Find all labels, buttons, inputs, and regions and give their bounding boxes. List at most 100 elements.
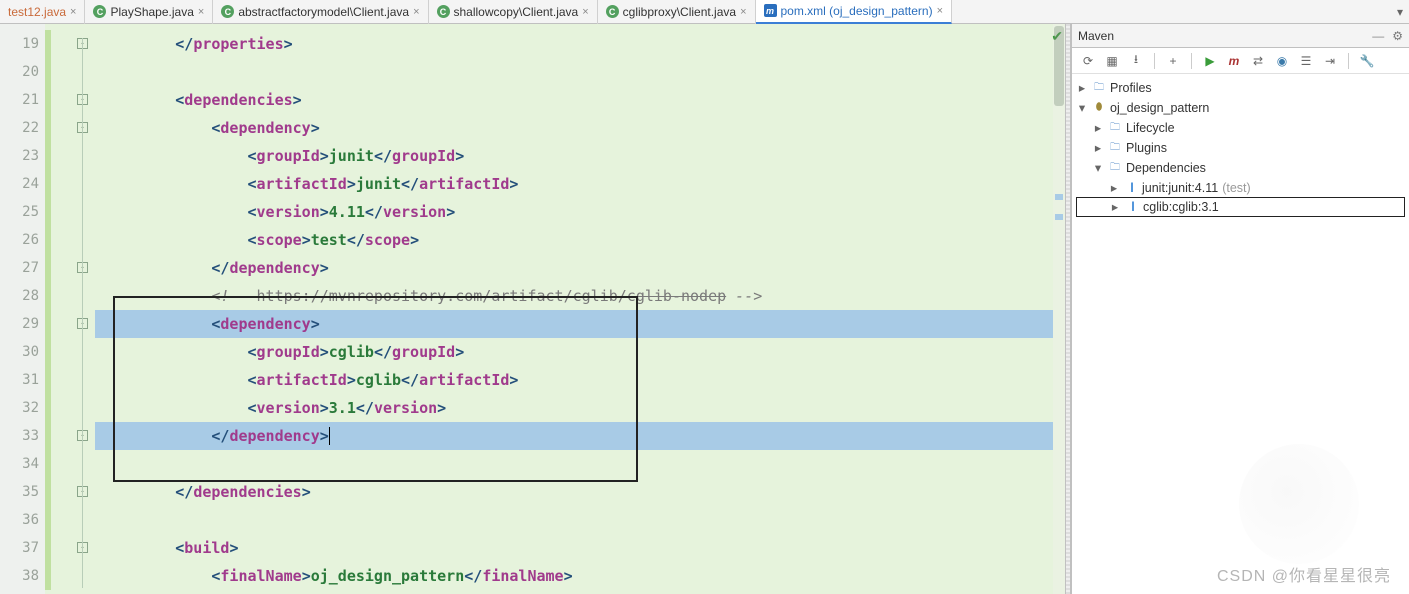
add-icon[interactable]: +: [1165, 54, 1181, 68]
code-line[interactable]: <build>: [95, 534, 1071, 562]
java-class-icon: C: [221, 5, 234, 18]
minimize-icon[interactable]: —: [1372, 29, 1384, 43]
expand-icon[interactable]: ▸: [1076, 78, 1088, 98]
code-line[interactable]: <version>4.11</version>: [95, 198, 1071, 226]
maven-toolbar: ⟳ ▦ ⭳ + ▶ m ⇄ ◉ ☰ ⇥ 🔧: [1072, 48, 1409, 74]
scrollbar-highlight: [1055, 194, 1063, 200]
java-class-icon: C: [93, 5, 106, 18]
code-line[interactable]: </dependency>: [95, 422, 1071, 450]
splitter[interactable]: [1065, 24, 1071, 594]
tree-label: cglib:cglib:3.1: [1143, 197, 1219, 217]
code-line[interactable]: <artifactId>cglib</artifactId>: [95, 366, 1071, 394]
fold-column[interactable]: --------: [45, 24, 95, 594]
reload-icon[interactable]: ⟳: [1080, 54, 1096, 68]
close-icon[interactable]: ×: [740, 6, 746, 18]
code-line[interactable]: <artifactId>junit</artifactId>: [95, 170, 1071, 198]
watermark-text: CSDN @你看星星很亮: [1217, 562, 1391, 586]
execute-goal-icon[interactable]: m: [1226, 54, 1242, 68]
divider: [1191, 53, 1192, 69]
settings-icon[interactable]: ⚙: [1392, 29, 1403, 43]
code-line[interactable]: [95, 506, 1071, 534]
java-class-icon: C: [437, 5, 450, 18]
toggle-offline-icon[interactable]: ⇄: [1250, 54, 1266, 68]
generate-sources-icon[interactable]: ▦: [1104, 54, 1120, 68]
library-icon: |||: [1124, 181, 1138, 195]
tab-shallowcopy-client[interactable]: C shallowcopy\Client.java ×: [429, 0, 598, 24]
close-icon[interactable]: ×: [937, 5, 943, 17]
divider: [1154, 53, 1155, 69]
expand-icon[interactable]: ▸: [1092, 118, 1104, 138]
collapse-icon[interactable]: ▾: [1092, 158, 1104, 178]
tab-label: PlayShape.java: [110, 5, 193, 19]
change-marker: [45, 30, 51, 590]
tab-pom-xml[interactable]: m pom.xml (oj_design_pattern) ×: [756, 0, 953, 24]
code-line[interactable]: </dependency>: [95, 254, 1071, 282]
java-class-icon: C: [606, 5, 619, 18]
code-line[interactable]: <finalName>oj_design_pattern</finalName>: [95, 562, 1071, 590]
maven-title: Maven: [1078, 29, 1114, 43]
tabs-dropdown-icon[interactable]: ▾: [1391, 5, 1409, 19]
code-line[interactable]: </properties>: [95, 30, 1071, 58]
close-icon[interactable]: ×: [582, 6, 588, 18]
code-line[interactable]: <dependencies>: [95, 86, 1071, 114]
close-icon[interactable]: ×: [198, 6, 204, 18]
code-line[interactable]: <dependency>: [95, 310, 1071, 338]
tree-label: Dependencies: [1126, 158, 1206, 178]
watermark-portrait: [1239, 444, 1359, 564]
maven-module-icon: ⬮: [1092, 101, 1106, 115]
expand-icon[interactable]: ▸: [1108, 178, 1120, 198]
tab-label: cglibproxy\Client.java: [623, 5, 736, 19]
expand-icon[interactable]: ▸: [1109, 197, 1121, 217]
tree-node-plugins[interactable]: ▸ 🗀 Plugins: [1076, 138, 1405, 158]
tab-label: pom.xml (oj_design_pattern): [781, 4, 933, 18]
collapse-icon[interactable]: ▾: [1076, 98, 1088, 118]
close-icon[interactable]: ×: [413, 6, 419, 18]
code-line[interactable]: <!-- https://mvnrepository.com/artifact/…: [95, 282, 1071, 310]
toggle-skip-tests-icon[interactable]: ◉: [1274, 54, 1290, 68]
code-line[interactable]: <version>3.1</version>: [95, 394, 1071, 422]
close-icon[interactable]: ×: [70, 6, 76, 18]
tab-abstractfactory-client[interactable]: C abstractfactorymodel\Client.java ×: [213, 0, 428, 24]
code-line[interactable]: <scope>test</scope>: [95, 226, 1071, 254]
maven-header: Maven — ⚙: [1072, 24, 1409, 48]
tree-label: Profiles: [1110, 78, 1152, 98]
tab-playshape[interactable]: C PlayShape.java ×: [85, 0, 213, 24]
download-icon[interactable]: ⭳: [1128, 50, 1144, 71]
folder-icon: 🗀: [1108, 141, 1122, 155]
tab-label: shallowcopy\Client.java: [454, 5, 579, 19]
maven-tree[interactable]: ▸ 🗀 Profiles ▾ ⬮ oj_design_pattern ▸ 🗀 L…: [1072, 74, 1409, 221]
code-line[interactable]: [95, 450, 1071, 478]
code-line[interactable]: <groupId>cglib</groupId>: [95, 338, 1071, 366]
tab-label: test12.java: [8, 5, 66, 19]
scrollbar-thumb[interactable]: [1054, 26, 1064, 106]
tab-test12[interactable]: test12.java ×: [0, 0, 85, 24]
run-icon[interactable]: ▶: [1202, 54, 1218, 68]
code-line[interactable]: <groupId>junit</groupId>: [95, 142, 1071, 170]
code-editor[interactable]: 1920212223242526272829303132333435363738…: [0, 24, 1072, 594]
tree-node-profiles[interactable]: ▸ 🗀 Profiles: [1076, 78, 1405, 98]
collapse-all-icon[interactable]: ⇥: [1322, 54, 1338, 68]
tree-node-lifecycle[interactable]: ▸ 🗀 Lifecycle: [1076, 118, 1405, 138]
tree-label: oj_design_pattern: [1110, 98, 1209, 118]
expand-icon[interactable]: ▸: [1092, 138, 1104, 158]
tree-node-dep-junit[interactable]: ▸ ||| junit:junit:4.11 (test): [1076, 178, 1405, 198]
tab-cglibproxy-client[interactable]: C cglibproxy\Client.java ×: [598, 0, 756, 24]
maven-settings-icon[interactable]: 🔧: [1359, 54, 1375, 68]
tree-node-project[interactable]: ▾ ⬮ oj_design_pattern: [1076, 98, 1405, 118]
folder-icon: 🗀: [1108, 121, 1122, 135]
tree-label: Plugins: [1126, 138, 1167, 158]
show-dependencies-icon[interactable]: ☰: [1298, 54, 1314, 68]
code-line[interactable]: </dependencies>: [95, 478, 1071, 506]
tree-node-dependencies[interactable]: ▾ 🗀 Dependencies: [1076, 158, 1405, 178]
fold-guideline: [82, 38, 83, 588]
dep-scope: (test): [1222, 178, 1250, 198]
library-icon: |||: [1125, 200, 1139, 214]
divider: [1348, 53, 1349, 69]
tree-node-dep-cglib[interactable]: ▸ ||| cglib:cglib:3.1: [1076, 197, 1405, 217]
maven-file-icon: m: [764, 4, 777, 17]
editor-scrollbar[interactable]: ✔: [1053, 24, 1065, 594]
code-line[interactable]: [95, 58, 1071, 86]
editor-tabs: test12.java × C PlayShape.java × C abstr…: [0, 0, 1409, 24]
code-line[interactable]: <dependency>: [95, 114, 1071, 142]
code-area[interactable]: </properties> <dependencies> <dependency…: [95, 24, 1071, 594]
